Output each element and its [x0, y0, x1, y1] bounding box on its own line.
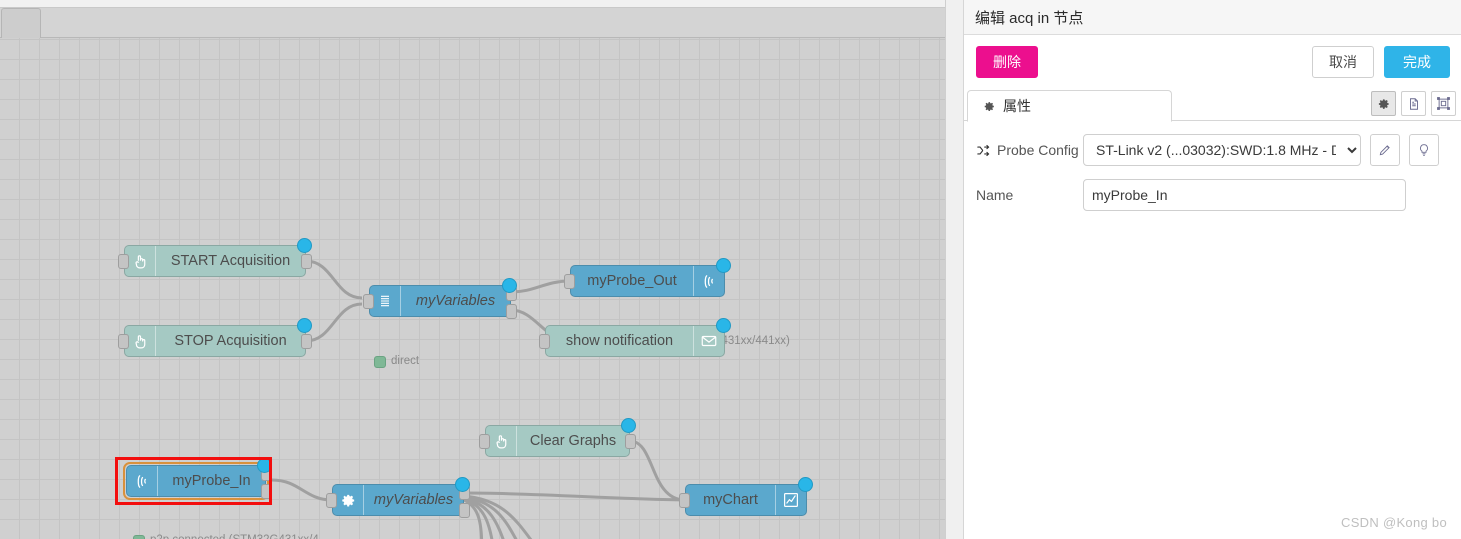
probe-config-select[interactable]: ST-Link v2 (...03032):SWD:1.8 MHz - D	[1083, 134, 1361, 166]
node-status-badge	[716, 258, 731, 273]
node-label: myVariables	[373, 492, 454, 508]
node-edit-panel: 编辑 acq in 节点 删除 取消 完成 属性 Probe Config ST…	[963, 0, 1461, 539]
node-status-badge	[502, 278, 517, 293]
node-port-output[interactable]	[301, 334, 312, 349]
form-row-probe-config: Probe Config ST-Link v2 (...03032):SWD:1…	[964, 133, 1461, 167]
node-status-badge	[297, 318, 312, 333]
done-button[interactable]: 完成	[1384, 46, 1450, 78]
node-port-input[interactable]	[118, 334, 129, 349]
node-status-dot	[374, 356, 386, 368]
name-input[interactable]	[1083, 179, 1406, 211]
lightbulb-icon[interactable]	[1409, 134, 1439, 166]
node-my-variables-top[interactable]: myVariables	[363, 278, 517, 319]
gear-icon	[983, 100, 996, 113]
watermark-text: CSDN @Kong bo	[1341, 515, 1447, 530]
node-label: Clear Graphs	[529, 433, 617, 449]
flow-editor: START Acquisition STOP Acquisition myVar…	[0, 0, 963, 539]
panel-action-bar: 删除 取消 完成	[964, 36, 1461, 88]
name-label: Name	[976, 187, 1014, 203]
node-my-probe-out[interactable]: myProbe_Out	[564, 258, 731, 297]
node-label: myProbe_Out	[587, 273, 677, 289]
gear-icon[interactable]	[1371, 91, 1396, 116]
node-start-acquisition[interactable]: START Acquisition	[118, 238, 312, 277]
app-root: START Acquisition STOP Acquisition myVar…	[0, 0, 1461, 539]
node-port-output[interactable]	[301, 254, 312, 269]
flow-canvas[interactable]: START Acquisition STOP Acquisition myVar…	[0, 38, 945, 539]
node-label: show notification	[565, 333, 674, 349]
node-label: START Acquisition	[170, 253, 291, 269]
node-port-input[interactable]	[326, 493, 337, 508]
node-status-badge	[257, 458, 272, 473]
node-my-probe-in[interactable]: myProbe_In	[126, 458, 272, 499]
node-clear-graphs[interactable]: Clear Graphs	[479, 418, 636, 457]
node-show-notification[interactable]: show notification	[539, 318, 731, 357]
hand-pointer-icon	[125, 246, 156, 276]
node-label: myVariables	[415, 293, 496, 309]
node-port-output-2[interactable]	[459, 503, 470, 518]
delete-button[interactable]: 删除	[976, 46, 1038, 78]
node-port-output-2[interactable]	[261, 484, 272, 499]
canvas-vertical-scrollbar[interactable]	[945, 0, 963, 539]
gear-icon	[333, 485, 364, 515]
tab-properties-label: 属性	[1003, 98, 1031, 114]
node-status-badge	[621, 418, 636, 433]
panel-tab-icon-group	[1371, 91, 1456, 116]
signal-waves-icon	[127, 466, 158, 496]
panel-header: 编辑 acq in 节点	[964, 0, 1461, 35]
node-label: myChart	[703, 492, 758, 508]
tab-properties[interactable]: 属性	[967, 90, 1172, 122]
node-status-badge	[798, 477, 813, 492]
node-label: STOP Acquisition	[174, 333, 287, 349]
probe-config-label-wrap: Probe Config	[976, 142, 1083, 158]
node-port-output-2[interactable]	[506, 304, 517, 319]
properties-form: Probe Config ST-Link v2 (...03032):SWD:1…	[964, 133, 1461, 223]
node-status-text: direct	[391, 355, 420, 367]
node-port-input[interactable]	[363, 294, 374, 309]
probe-config-select-wrap: ST-Link v2 (...03032):SWD:1.8 MHz - D	[1083, 134, 1361, 166]
node-stop-acquisition[interactable]: STOP Acquisition	[118, 318, 312, 357]
node-port-input[interactable]	[564, 274, 575, 289]
node-status-badge	[297, 238, 312, 253]
node-port-input[interactable]	[118, 254, 129, 269]
node-port-input[interactable]	[479, 434, 490, 449]
panel-tabs: 属性	[964, 88, 1461, 122]
node-port-input[interactable]	[679, 493, 690, 508]
node-label: myProbe_In	[172, 473, 251, 489]
panel-title: 编辑 acq in 节点	[975, 9, 1084, 27]
node-my-chart[interactable]: myChart	[679, 477, 813, 516]
node-status-dot	[133, 535, 145, 539]
cancel-button[interactable]: 取消	[1312, 46, 1374, 78]
form-row-name: Name	[964, 178, 1461, 212]
flow-tab-bar	[0, 0, 945, 38]
list-lines-icon	[370, 286, 401, 316]
shuffle-icon	[976, 143, 991, 158]
description-icon[interactable]	[1401, 91, 1426, 116]
node-status-badge	[716, 318, 731, 333]
hand-pointer-icon	[486, 426, 517, 456]
node-status-badge	[455, 477, 470, 492]
probe-config-label: Probe Config	[997, 142, 1079, 158]
hand-pointer-icon	[125, 326, 156, 356]
edit-probe-config-button[interactable]	[1370, 134, 1400, 166]
node-status-text: p2p connected (STM32G431xx/4	[150, 534, 319, 539]
node-port-output[interactable]	[625, 434, 636, 449]
appearance-icon[interactable]	[1431, 91, 1456, 116]
flow-tab[interactable]	[1, 8, 41, 38]
node-my-variables-bottom[interactable]: myVariables	[326, 477, 470, 518]
node-port-input[interactable]	[539, 334, 550, 349]
